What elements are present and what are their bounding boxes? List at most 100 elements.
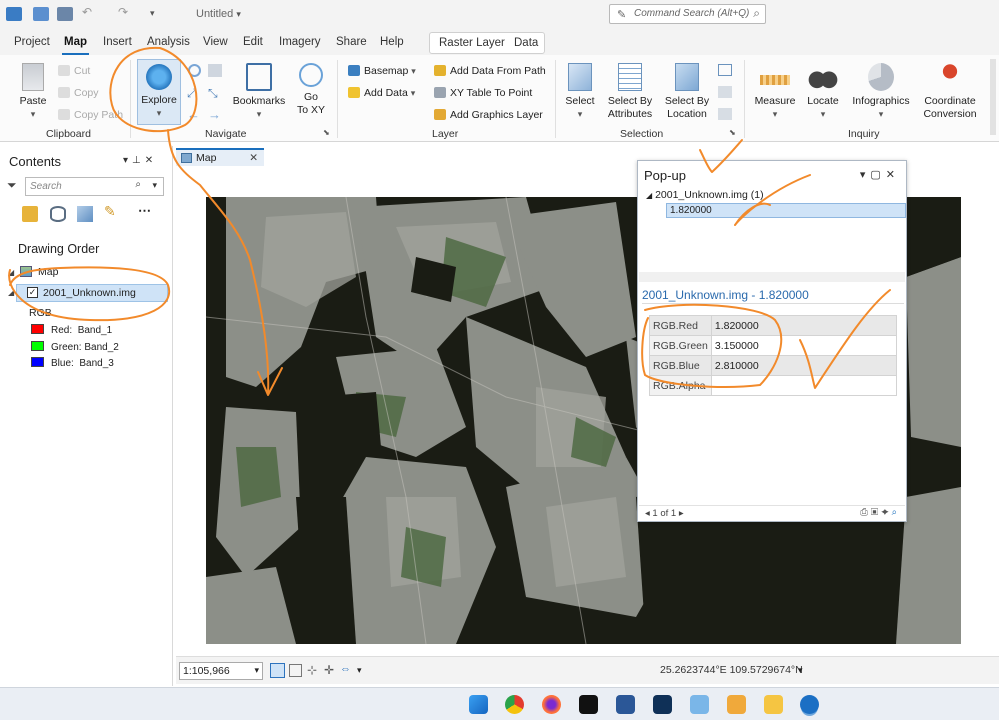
expand-triangle-icon[interactable]: ◢ xyxy=(8,288,14,297)
export-icon[interactable]: ▣ xyxy=(871,507,881,518)
dialog-launcher-icon[interactable]: ⬊ xyxy=(729,128,736,137)
tab-edit[interactable]: Edit xyxy=(243,36,263,48)
print-icon[interactable]: ⎙ xyxy=(860,507,871,518)
tab-data[interactable]: Data xyxy=(514,37,538,49)
search-icon[interactable]: ⌕ xyxy=(135,179,141,190)
list-by-source-icon[interactable] xyxy=(50,206,66,222)
chrome-icon[interactable] xyxy=(505,695,524,714)
copy-button[interactable]: Copy xyxy=(58,87,99,99)
tab-insert[interactable]: Insert xyxy=(103,36,132,48)
tab-share[interactable]: Share xyxy=(336,36,367,48)
chevron-down-icon[interactable]: ▾ xyxy=(798,665,803,676)
copy-path-button[interactable]: Copy Path xyxy=(58,109,123,121)
tab-project[interactable]: Project xyxy=(14,36,50,48)
behance-icon[interactable] xyxy=(579,695,598,714)
add-data-from-path-button[interactable]: Add Data From Path xyxy=(434,65,546,77)
xy-table-to-point-button[interactable]: XY Table To Point xyxy=(434,87,532,99)
coordinate-conversion-button[interactable]: Coordinate Conversion xyxy=(919,63,981,121)
flash-icon[interactable]: ✦ xyxy=(881,507,892,518)
tab-view[interactable]: View xyxy=(203,36,228,48)
popup-splitter[interactable] xyxy=(639,272,905,282)
grid-snap-icon[interactable]: ✛ xyxy=(324,663,334,677)
notepad-icon[interactable] xyxy=(690,695,709,714)
popup-layer-entry[interactable]: ◢ 2001_Unknown.img (1) xyxy=(646,189,764,201)
select-by-location-button[interactable]: Select By Location xyxy=(662,63,712,121)
scale-selector[interactable]: 1:105,966 ▾ xyxy=(179,662,263,680)
start-icon[interactable] xyxy=(469,695,488,714)
tab-help[interactable]: Help xyxy=(380,36,404,48)
tab-analysis[interactable]: Analysis xyxy=(147,36,190,48)
tab-map-view[interactable]: Map ✕ xyxy=(176,148,264,166)
basemap-button[interactable]: Basemap ▾ xyxy=(348,65,416,77)
close-icon[interactable]: ✕ xyxy=(886,169,900,181)
chevron-down-icon[interactable]: ▾ xyxy=(152,180,157,191)
firefox-icon[interactable] xyxy=(542,695,561,714)
previous-extent-icon[interactable]: ← xyxy=(187,107,200,122)
search-icon[interactable]: ⌕ xyxy=(753,6,760,21)
save-project-icon[interactable] xyxy=(57,7,73,21)
zoom-out-arrows-icon[interactable]: ⤡ xyxy=(208,86,218,101)
app-icon[interactable] xyxy=(653,695,672,714)
expand-triangle-icon[interactable]: ◢ xyxy=(8,268,14,277)
list-by-selection-icon[interactable] xyxy=(77,206,93,222)
snapping-icon[interactable]: ⊹ xyxy=(307,663,317,677)
go-to-xy-button[interactable]: Go To XY xyxy=(292,63,330,117)
customize-toolbar-icon[interactable]: ▾ xyxy=(150,8,166,22)
dialog-launcher-icon[interactable]: ⬊ xyxy=(323,128,330,137)
next-feature-icon[interactable]: ▸ xyxy=(679,508,684,519)
fixed-zoom-icon[interactable] xyxy=(208,64,222,77)
add-data-button[interactable]: Add Data ▾ xyxy=(348,87,415,99)
chevron-down-icon[interactable]: ▾ xyxy=(236,9,241,19)
more-options-icon[interactable]: ⋯ xyxy=(138,203,154,219)
next-extent-icon[interactable]: → xyxy=(208,107,221,122)
measure-button[interactable]: Measure ▾ xyxy=(752,63,798,121)
explore-button[interactable]: Explore ▾ xyxy=(137,59,181,125)
close-icon[interactable]: ✕ xyxy=(249,152,258,164)
chevron-down-icon[interactable]: ▾ xyxy=(860,169,871,181)
open-project-icon[interactable] xyxy=(33,7,49,21)
list-by-drawing-order-icon[interactable] xyxy=(22,206,38,222)
redo-icon[interactable]: ↷ xyxy=(118,5,134,19)
map-node[interactable]: ◢ Map xyxy=(8,266,58,278)
chevron-down-icon[interactable]: ▾ xyxy=(123,155,132,166)
expand-triangle-icon[interactable]: ◢ xyxy=(646,191,652,200)
select-by-attributes-button[interactable]: Select By Attributes xyxy=(604,63,656,121)
undo-icon[interactable]: ↶ xyxy=(82,5,98,19)
chevron-down-icon[interactable]: ▾ xyxy=(254,665,259,676)
close-icon[interactable]: ✕ xyxy=(145,155,157,166)
pin-icon[interactable]: ⊥ xyxy=(132,155,145,166)
table-view-icon[interactable] xyxy=(289,664,302,677)
word-icon[interactable] xyxy=(616,695,635,714)
chevron-down-icon[interactable]: ▾ xyxy=(357,665,362,676)
zoom-to-selection-icon[interactable] xyxy=(718,108,732,120)
select-button[interactable]: Select ▾ xyxy=(562,63,598,121)
layer-item-2001-unknown[interactable]: ◢ ✓ 2001_Unknown.img xyxy=(8,284,168,302)
previous-feature-icon[interactable]: ◂ xyxy=(645,508,650,519)
zoom-to-icon[interactable]: ⌕ xyxy=(892,507,900,518)
grid-view-icon[interactable] xyxy=(270,663,285,678)
popup-feature-item[interactable]: 1.820000 xyxy=(666,203,906,218)
attributes-icon[interactable] xyxy=(718,64,732,76)
list-by-editing-icon[interactable]: ✎ xyxy=(104,203,120,219)
zoom-in-arrows-icon[interactable]: ⤢ xyxy=(187,86,197,101)
command-search-input[interactable]: ✎ Command Search (Alt+Q) ⌕ xyxy=(609,4,766,24)
maximize-icon[interactable]: ▢ xyxy=(870,169,885,181)
filter-icon[interactable]: ⏷ xyxy=(7,178,17,193)
full-extent-icon[interactable] xyxy=(188,64,201,77)
cut-button[interactable]: Cut xyxy=(58,65,90,77)
tab-raster-layer[interactable]: Raster Layer xyxy=(439,37,505,49)
paste-button[interactable]: Paste ▾ xyxy=(14,63,52,121)
infographics-button[interactable]: Infographics ▾ xyxy=(850,63,912,121)
arcgis-pro-icon[interactable] xyxy=(800,695,819,714)
file-explorer-icon[interactable] xyxy=(764,695,783,714)
locate-button[interactable]: Locate ▾ xyxy=(804,63,842,121)
media-icon[interactable] xyxy=(727,695,746,714)
tab-map[interactable]: Map xyxy=(62,36,89,55)
layer-visibility-checkbox[interactable]: ✓ xyxy=(27,287,38,298)
add-graphics-layer-button[interactable]: Add Graphics Layer xyxy=(434,109,543,121)
clear-selection-icon[interactable] xyxy=(718,86,732,98)
navigation-icon[interactable]: ⇔ xyxy=(340,663,351,675)
contents-search-input[interactable]: Search ⌕ ▾ xyxy=(25,177,164,196)
bookmarks-button[interactable]: Bookmarks ▾ xyxy=(232,63,286,121)
tab-imagery[interactable]: Imagery xyxy=(279,36,321,48)
